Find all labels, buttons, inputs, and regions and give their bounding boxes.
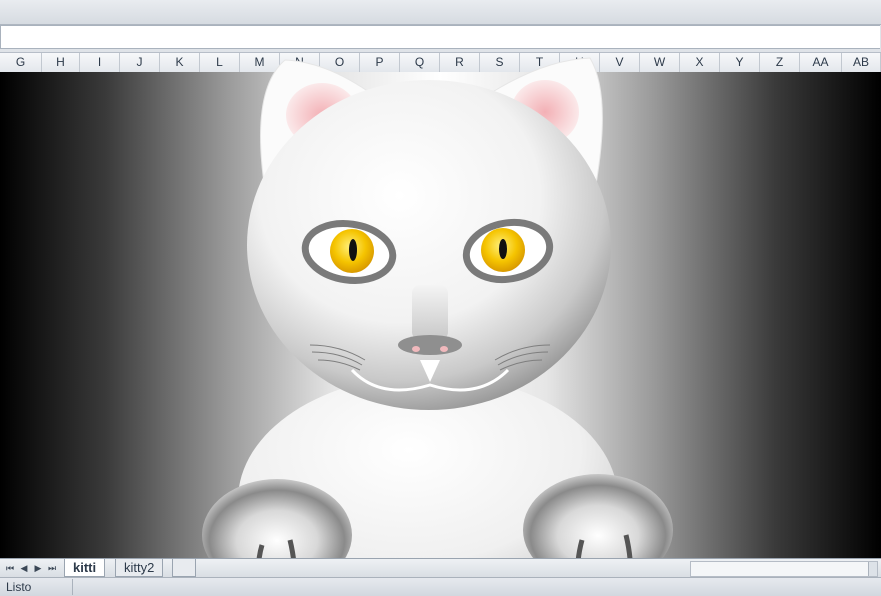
sheet-tab-kitty2[interactable]: kitty2 — [115, 559, 164, 577]
column-header-q[interactable]: Q — [400, 53, 440, 72]
column-header-n[interactable]: N — [280, 53, 320, 72]
sheet-area[interactable] — [0, 72, 881, 558]
scrollbar-thumb[interactable] — [868, 562, 877, 576]
column-header-l[interactable]: L — [200, 53, 240, 72]
column-header-x[interactable]: X — [680, 53, 720, 72]
column-header-h[interactable]: H — [42, 53, 80, 72]
column-header-p[interactable]: P — [360, 53, 400, 72]
sheet-tabs-bar: ⏮ ◀ ▶ ⏭ kitti kitty2 — [0, 558, 881, 577]
column-header-o[interactable]: O — [320, 53, 360, 72]
insert-sheet-icon[interactable] — [172, 559, 196, 577]
column-header-w[interactable]: W — [640, 53, 680, 72]
first-sheet-icon[interactable]: ⏮ — [3, 561, 17, 575]
column-header-z[interactable]: Z — [760, 53, 800, 72]
column-header-v[interactable]: V — [600, 53, 640, 72]
column-header-m[interactable]: M — [240, 53, 280, 72]
ribbon-strip — [0, 0, 881, 25]
column-header-j[interactable]: J — [120, 53, 160, 72]
column-header-g[interactable]: G — [0, 53, 42, 72]
last-sheet-icon[interactable]: ⏭ — [45, 561, 59, 575]
column-header-i[interactable]: I — [80, 53, 120, 72]
status-separator — [72, 579, 73, 595]
horizontal-scrollbar[interactable] — [690, 561, 878, 577]
column-header-r[interactable]: R — [440, 53, 480, 72]
column-header-s[interactable]: S — [480, 53, 520, 72]
column-headers: G H I J K L M N O P Q R S T U V W X Y Z AA AB — [0, 52, 881, 73]
formula-bar[interactable] — [0, 25, 880, 49]
status-text: Listo — [6, 580, 32, 594]
prev-sheet-icon[interactable]: ◀ — [17, 561, 31, 575]
column-header-y[interactable]: Y — [720, 53, 760, 72]
column-header-ab[interactable]: AB — [842, 53, 881, 72]
status-bar: Listo — [0, 577, 881, 596]
column-header-k[interactable]: K — [160, 53, 200, 72]
column-header-aa[interactable]: AA — [800, 53, 842, 72]
column-header-u[interactable]: U — [560, 53, 600, 72]
next-sheet-icon[interactable]: ▶ — [31, 561, 45, 575]
column-header-t[interactable]: T — [520, 53, 560, 72]
sheet-tab-kitti[interactable]: kitti — [64, 559, 106, 577]
